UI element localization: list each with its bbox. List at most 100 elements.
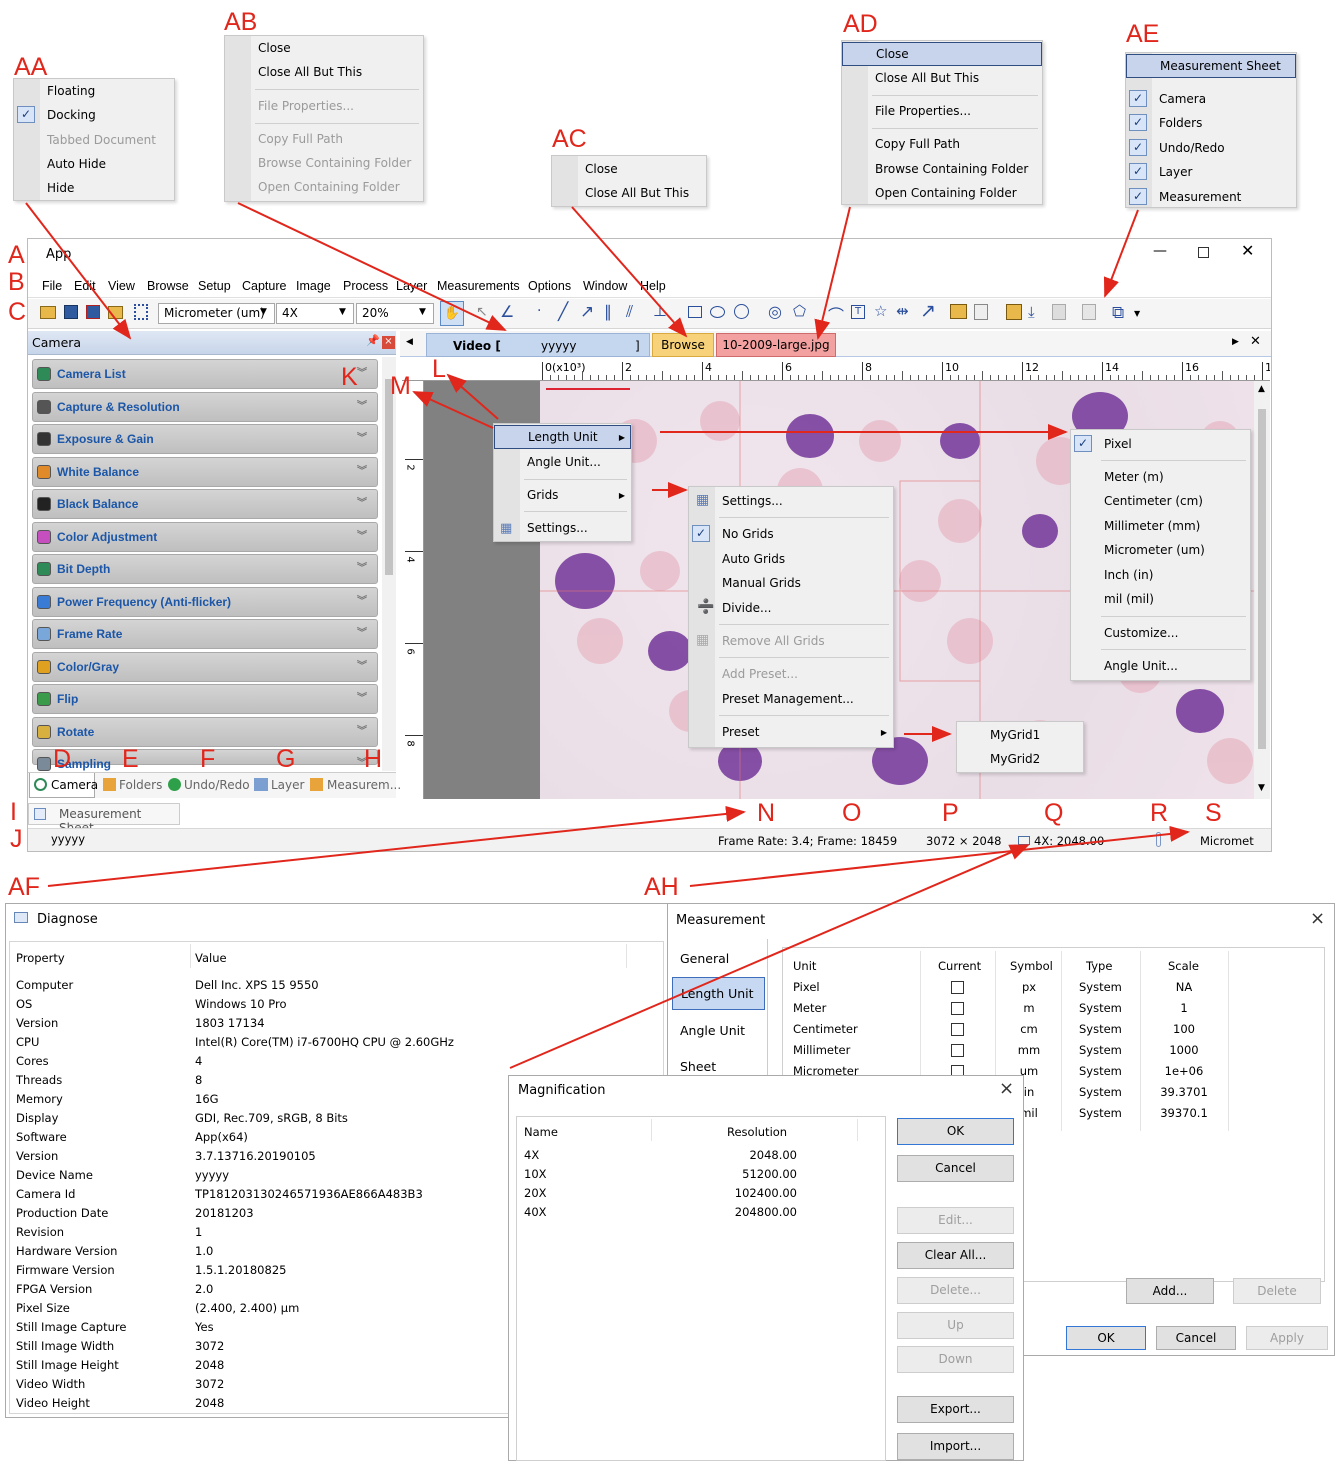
expand-chevron-icon[interactable]: ︾ xyxy=(357,360,367,388)
delete-unit-button[interactable]: Delete xyxy=(1233,1278,1321,1304)
arc-tool-icon[interactable]: ⌒ xyxy=(828,302,844,326)
menu-item-close[interactable]: Close xyxy=(552,157,706,181)
menu-item-measurement-sheet[interactable]: Measurement Sheet xyxy=(1126,54,1296,78)
parallel-tool-icon[interactable]: ∥ xyxy=(604,302,612,321)
menu-item-no-grids[interactable]: No Grids xyxy=(689,522,893,546)
menu-item-manual-grids[interactable]: Manual Grids xyxy=(689,571,893,595)
mag-resolution-cell[interactable]: 2048.00 xyxy=(707,1148,797,1162)
apply-button[interactable]: Apply xyxy=(1246,1326,1328,1350)
scrollbar-thumb[interactable] xyxy=(385,379,393,575)
down-button[interactable]: Down xyxy=(897,1346,1014,1373)
menu-item-centimeter[interactable]: Centimeter (cm) xyxy=(1071,489,1250,513)
panel-section[interactable]: Power Frequency (Anti-flicker) ︾ xyxy=(32,586,378,617)
add-unit-button[interactable]: Add... xyxy=(1126,1278,1214,1304)
panel-section[interactable]: Frame Rate ︾ xyxy=(32,619,378,649)
status-magnification[interactable]: 4X: 2048.00 xyxy=(1034,834,1104,848)
header-scale[interactable]: Scale xyxy=(1168,959,1199,973)
polygon-tool-icon[interactable]: ⬠ xyxy=(793,302,806,320)
menu-item-mygrid2[interactable]: MyGrid2 xyxy=(957,747,1083,771)
expand-chevron-icon[interactable]: ︾ xyxy=(357,653,367,681)
chevron-down-icon[interactable]: ▼ xyxy=(260,307,267,317)
scroll-right-icon[interactable]: ▶ xyxy=(1232,337,1239,347)
current-checkbox[interactable] xyxy=(951,1044,964,1057)
header-name[interactable]: Name xyxy=(524,1125,558,1139)
star-tool-icon[interactable]: ☆ xyxy=(874,302,887,320)
menu-item-close-all-but-this[interactable]: Close All But This xyxy=(552,181,706,205)
current-checkbox[interactable] xyxy=(951,981,964,994)
expand-chevron-icon[interactable]: ︾ xyxy=(357,393,367,421)
expand-chevron-icon[interactable]: ︾ xyxy=(357,523,367,551)
menu-item-preset[interactable]: Preset xyxy=(689,720,893,744)
panel-section[interactable]: Capture & Resolution ︾ xyxy=(32,391,378,422)
open-folder-icon[interactable] xyxy=(40,306,56,319)
menu-item-auto-grids[interactable]: Auto Grids xyxy=(689,547,893,571)
close-button[interactable]: ✕ xyxy=(1241,241,1254,260)
header-symbol[interactable]: Symbol xyxy=(1010,959,1053,973)
cancel-button[interactable]: Cancel xyxy=(1156,1326,1236,1350)
menu-item-micrometer[interactable]: Micrometer (um) xyxy=(1071,538,1250,562)
scroll-left-icon[interactable]: ◀ xyxy=(406,337,413,347)
menu-item-file-properties[interactable]: File Properties... xyxy=(842,99,1042,123)
chevron-down-icon[interactable]: ▼ xyxy=(339,307,346,317)
mag-resolution-cell[interactable]: 102400.00 xyxy=(707,1186,797,1200)
menu-item-angle-unit[interactable]: Angle Unit... xyxy=(494,450,631,474)
header-type[interactable]: Type xyxy=(1086,959,1112,973)
mag-resolution-cell[interactable]: 204800.00 xyxy=(707,1205,797,1219)
cancel-button[interactable]: Cancel xyxy=(897,1155,1014,1182)
panel-toggle-icon[interactable]: ⧉ xyxy=(1112,303,1124,323)
tab-layer[interactable]: Layer xyxy=(271,778,304,792)
menu-file[interactable]: File xyxy=(42,279,62,293)
menu-item-meter[interactable]: Meter (m) xyxy=(1071,465,1250,489)
edit-button[interactable]: Edit... xyxy=(897,1207,1014,1234)
menu-image[interactable]: Image xyxy=(296,279,331,293)
ellipse-tool-icon[interactable] xyxy=(710,306,725,318)
chevron-down-icon[interactable]: ▼ xyxy=(419,307,426,317)
unit-select[interactable]: Micrometer (um) xyxy=(158,303,275,324)
menu-item-close-all-but-this[interactable]: Close All But This xyxy=(225,60,423,84)
scroll-down-icon[interactable]: ▼ xyxy=(1258,783,1265,793)
point-tool-icon[interactable]: · xyxy=(537,303,541,319)
panel-section[interactable]: White Balance ︾ xyxy=(32,456,378,487)
menu-item-inch[interactable]: Inch (in) xyxy=(1071,563,1250,587)
circle-tool-icon[interactable] xyxy=(734,304,749,319)
multi-line-tool-icon[interactable]: ⫽ xyxy=(626,302,633,322)
menu-browse[interactable]: Browse xyxy=(147,279,189,293)
layer-tool-icon[interactable] xyxy=(1006,304,1022,320)
export-button[interactable]: Export... xyxy=(897,1396,1014,1423)
tab-undo-redo[interactable]: Undo/Redo xyxy=(184,778,250,792)
menu-item-pixel[interactable]: Pixel xyxy=(1071,432,1250,456)
menu-item-hide[interactable]: Hide xyxy=(14,176,174,200)
menu-help[interactable]: Help xyxy=(640,279,666,293)
expand-chevron-icon[interactable]: ︾ xyxy=(357,555,367,583)
expand-chevron-icon[interactable]: ︾ xyxy=(357,458,367,486)
menu-item-floating[interactable]: Floating xyxy=(14,79,174,103)
panel-section[interactable]: Black Balance ︾ xyxy=(32,489,378,519)
tab-video[interactable]: Video [ yyyyy ] xyxy=(426,333,650,357)
menu-item-folders[interactable]: Folders xyxy=(1126,111,1296,135)
menu-item-length-unit[interactable]: Length Unit xyxy=(494,425,631,449)
menu-item-copy-full-path[interactable]: Copy Full Path xyxy=(842,132,1042,156)
header-value[interactable]: Value xyxy=(195,951,227,965)
menu-item-docking[interactable]: Docking xyxy=(14,103,174,127)
close-icon[interactable]: × xyxy=(999,1078,1014,1099)
rectangle-tool-icon[interactable] xyxy=(688,306,702,318)
menu-item-customize[interactable]: Customize... xyxy=(1071,621,1250,645)
menu-item-close[interactable]: Close xyxy=(225,36,423,60)
panel-scrollbar[interactable] xyxy=(382,357,396,771)
nav-sheet[interactable]: Sheet xyxy=(680,1059,716,1074)
panel-section[interactable]: Flip ︾ xyxy=(32,684,378,714)
menu-item-millimeter[interactable]: Millimeter (mm) xyxy=(1071,514,1250,538)
batch-save-icon[interactable] xyxy=(108,306,123,319)
menu-item-layer[interactable]: Layer xyxy=(1126,160,1296,184)
status-unit[interactable]: Micromet xyxy=(1200,834,1254,848)
menu-edit[interactable]: Edit xyxy=(74,279,96,293)
header-property[interactable]: Property xyxy=(16,951,65,965)
tab-image-file[interactable]: 10-2009-large.jpg xyxy=(716,333,836,357)
menu-item-grid-settings[interactable]: Settings... xyxy=(689,489,893,513)
concentric-circle-tool-icon[interactable]: ◎ xyxy=(768,302,782,321)
nav-general[interactable]: General xyxy=(680,951,729,966)
arrow-line-tool-icon[interactable]: ↗ xyxy=(580,302,594,322)
expand-chevron-icon[interactable]: ︾ xyxy=(357,718,367,746)
import-button[interactable]: Import... xyxy=(897,1433,1014,1460)
menu-capture[interactable]: Capture xyxy=(242,279,286,293)
